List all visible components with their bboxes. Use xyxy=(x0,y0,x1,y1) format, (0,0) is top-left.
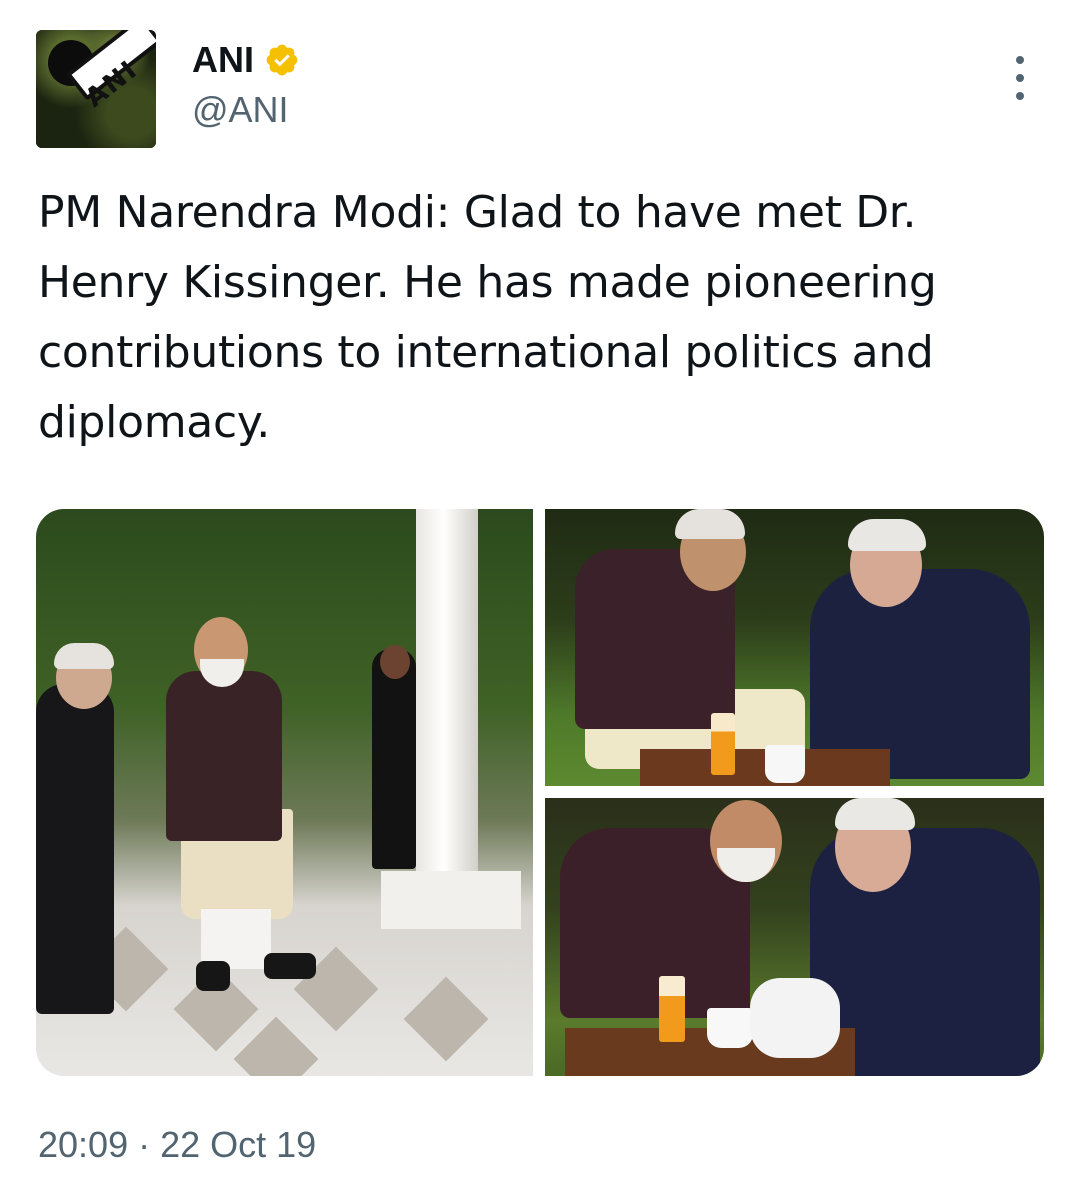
photo-person-modi-shoe xyxy=(264,953,316,979)
tweet-date: 22 Oct 19 xyxy=(160,1124,317,1165)
photo-tea-cup xyxy=(707,1008,753,1048)
photo-floor-tile xyxy=(403,976,489,1062)
photo-tea-cup xyxy=(765,745,805,783)
photo-juice-glass xyxy=(711,713,735,775)
timestamp-separator: · xyxy=(138,1124,151,1165)
photo-pillar-base xyxy=(381,871,521,929)
tweet-time: 20:09 xyxy=(38,1124,129,1165)
photo-person-guard-head xyxy=(380,645,410,679)
more-options-button[interactable] xyxy=(1006,56,1034,100)
verified-badge-icon[interactable] xyxy=(264,42,300,78)
tweet-text: PM Narendra Modi: Glad to have met Dr. H… xyxy=(38,187,937,448)
photo-person-modi-vest xyxy=(166,671,282,841)
photo-person-kissinger-hair xyxy=(835,798,915,830)
photo-3[interactable] xyxy=(545,798,1044,1076)
photo-person-kissinger xyxy=(36,684,114,1014)
author-name-row: ANI xyxy=(192,38,300,82)
photo-person-kissinger-hair xyxy=(848,519,926,551)
photo-person-modi-shoe xyxy=(196,961,230,991)
photo-person-kissinger-suit xyxy=(810,569,1030,779)
photo-person-modi-legs xyxy=(201,909,271,969)
photo-floor-tile xyxy=(233,1016,319,1076)
photo-1[interactable] xyxy=(36,509,533,1076)
photo-pillar xyxy=(416,509,478,899)
more-dot-icon xyxy=(1016,56,1024,64)
author-avatar[interactable]: ANI xyxy=(36,30,156,148)
media-grid xyxy=(36,509,1044,1076)
photo-person-kissinger-hair xyxy=(54,643,114,669)
tweet-timestamp[interactable]: 20:09 · 22 Oct 19 xyxy=(38,1120,316,1170)
author-handle[interactable]: @ANI xyxy=(192,88,289,132)
author-display-name[interactable]: ANI xyxy=(192,38,254,82)
photo-napkin xyxy=(750,978,840,1058)
more-dot-icon xyxy=(1016,74,1024,82)
photo-person-guard xyxy=(372,649,416,869)
more-dot-icon xyxy=(1016,92,1024,100)
photo-juice-glass xyxy=(659,976,685,1042)
photo-2[interactable] xyxy=(545,509,1044,786)
photo-person-modi-hair xyxy=(675,509,745,539)
tweet-card: ANI ANI @ANI PM Narendra Modi: Glad to h… xyxy=(0,0,1079,1198)
